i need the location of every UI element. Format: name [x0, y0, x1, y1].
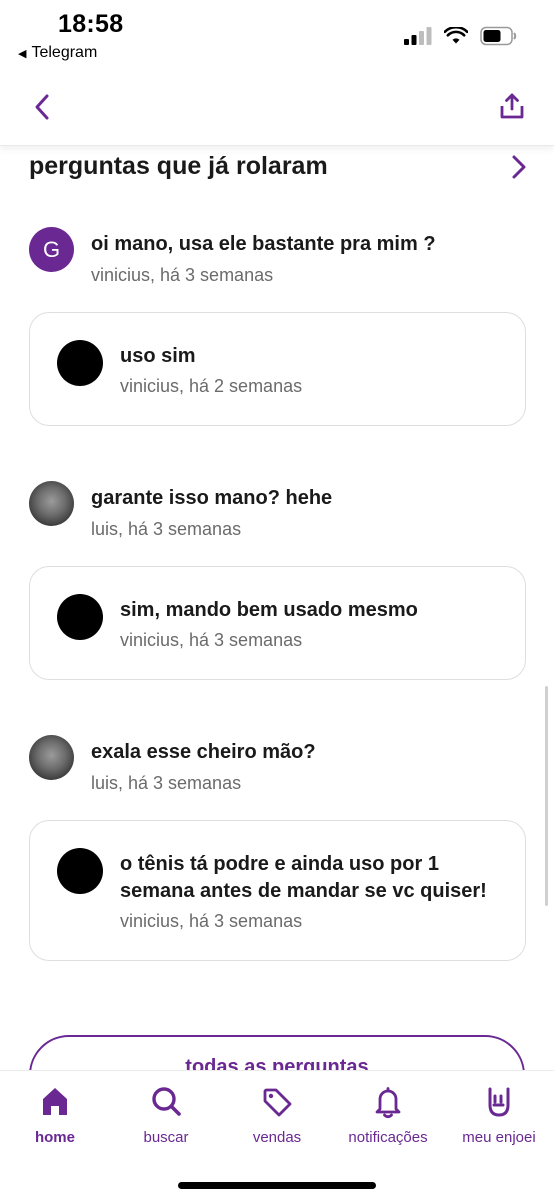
- share-icon[interactable]: [500, 92, 524, 120]
- status-bar: 18:58 ◀ Telegram: [0, 0, 554, 70]
- nav-label: meu enjoei: [462, 1129, 536, 1146]
- home-indicator: [178, 1182, 376, 1189]
- answer-text: sim, mando bem usado mesmo: [120, 599, 418, 621]
- search-icon: [152, 1087, 181, 1116]
- avatar: [29, 481, 74, 526]
- question-meta: vinicius, há 3 semanas: [91, 265, 274, 285]
- question-meta: luis, há 3 semanas: [91, 773, 242, 793]
- answer-card: uso sim vinicius, há 2 semanas: [29, 312, 526, 426]
- nav-label: buscar: [143, 1129, 189, 1146]
- avatar: [57, 594, 103, 640]
- question-text: oi mano, usa ele bastante pra mim ?: [91, 233, 436, 255]
- nav-item-home[interactable]: home: [0, 1085, 110, 1146]
- question-text: exala esse cheiro mão?: [91, 741, 316, 763]
- answer-text: o tênis tá podre e ainda uso por 1 seman…: [120, 853, 487, 902]
- nav-label: vendas: [252, 1129, 302, 1146]
- avatar: [57, 848, 103, 894]
- section-title: perguntas que já rolaram: [29, 152, 328, 180]
- top-header: [0, 70, 554, 146]
- wifi-icon: [444, 27, 468, 44]
- all-questions-button[interactable]: todas as perguntas: [29, 1035, 525, 1070]
- back-app-label: Telegram: [31, 44, 98, 61]
- question-text: garante isso mano? hehe: [91, 487, 333, 509]
- chevron-right-icon[interactable]: [510, 154, 528, 180]
- question: garante isso mano? hehe luis, há 3 seman…: [0, 481, 554, 543]
- answer-meta: vinicius, há 2 semanas: [120, 376, 303, 396]
- tag-icon: [263, 1088, 292, 1117]
- status-icons: [404, 26, 518, 46]
- question: G oi mano, usa ele bastante pra mim ? vi…: [0, 227, 554, 289]
- avatar: G: [29, 227, 74, 272]
- qa-thread: exala esse cheiro mão? luis, há 3 semana…: [0, 735, 554, 961]
- battery-icon: [480, 26, 517, 46]
- signal-icon: [404, 27, 432, 45]
- avatar: [57, 340, 103, 386]
- nav-item-search[interactable]: buscar: [111, 1085, 221, 1146]
- nav-label: notificações: [348, 1129, 428, 1146]
- answer-text: uso sim: [120, 345, 196, 367]
- back-to-app-link[interactable]: ◀ Telegram: [18, 44, 97, 62]
- home-icon: [43, 1088, 67, 1115]
- avatar: [29, 735, 74, 780]
- questions-content[interactable]: perguntas que já rolaram G oi mano, usa …: [0, 146, 554, 1070]
- answer-meta: vinicius, há 3 semanas: [120, 911, 303, 931]
- qa-thread: garante isso mano? hehe luis, há 3 seman…: [0, 481, 554, 680]
- rock-hand-icon: [488, 1087, 510, 1117]
- qa-thread: G oi mano, usa ele bastante pra mim ? vi…: [0, 227, 554, 426]
- bottom-nav: home buscar vendas notificações meu enjo…: [0, 1070, 554, 1200]
- question: exala esse cheiro mão? luis, há 3 semana…: [0, 735, 554, 797]
- answer-card: o tênis tá podre e ainda uso por 1 seman…: [29, 820, 526, 961]
- answer-meta: vinicius, há 3 semanas: [120, 630, 303, 650]
- question-meta: luis, há 3 semanas: [91, 519, 242, 539]
- nav-item-my-enjoei[interactable]: meu enjoei: [444, 1085, 554, 1146]
- scrollbar[interactable]: [545, 686, 548, 906]
- nav-item-sales[interactable]: vendas: [222, 1085, 332, 1146]
- status-time: 18:58: [58, 10, 124, 38]
- chevron-left-icon[interactable]: [30, 92, 54, 122]
- bell-icon: [375, 1087, 401, 1119]
- nav-item-notifications[interactable]: notificações: [333, 1085, 443, 1146]
- app-screen: 18:58 ◀ Telegram perguntas que já rolara…: [0, 0, 554, 1200]
- back-triangle-icon: ◀: [18, 47, 27, 60]
- answer-card: sim, mando bem usado mesmo vinicius, há …: [29, 566, 526, 680]
- nav-label: home: [34, 1129, 75, 1146]
